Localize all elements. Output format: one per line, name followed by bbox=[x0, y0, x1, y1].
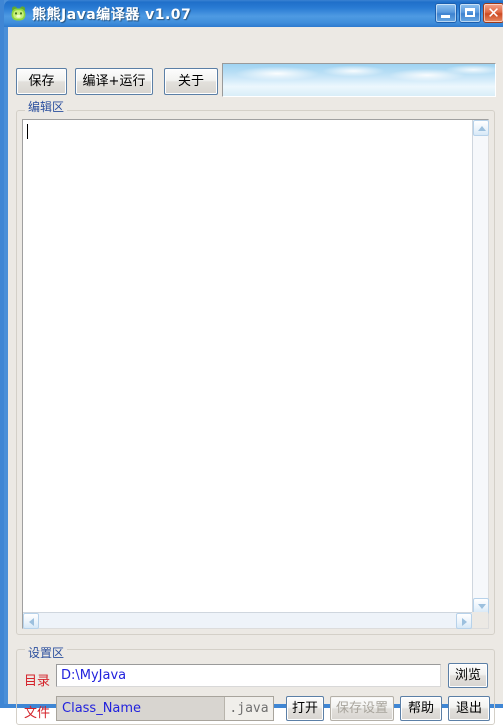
save-button-label: 保存 bbox=[28, 74, 55, 89]
close-button[interactable]: ✕ bbox=[483, 3, 503, 23]
editor-horizontal-scrollbar[interactable] bbox=[23, 612, 472, 629]
browse-button[interactable]: 浏览 bbox=[448, 663, 488, 688]
open-button-label: 打开 bbox=[291, 701, 318, 716]
compile-run-button[interactable]: 编译+运行 bbox=[75, 68, 153, 95]
directory-label: 目录 bbox=[24, 674, 51, 689]
scroll-left-icon bbox=[29, 618, 34, 626]
file-extension-label: .java bbox=[224, 697, 273, 720]
directory-input[interactable]: D:\MyJava bbox=[56, 664, 441, 687]
text-caret bbox=[27, 124, 28, 139]
editor-panel bbox=[22, 119, 489, 629]
save-settings-button: 保存设置 bbox=[330, 696, 394, 721]
file-input-group: Class_Name .java bbox=[56, 696, 274, 721]
help-button[interactable]: 帮助 bbox=[400, 696, 442, 721]
maximize-icon bbox=[465, 8, 475, 17]
maximize-button[interactable] bbox=[459, 3, 481, 23]
scroll-right-icon bbox=[462, 618, 467, 626]
scroll-down-icon bbox=[478, 604, 486, 609]
sky-clouds-banner bbox=[222, 63, 496, 97]
file-name-input[interactable]: Class_Name bbox=[57, 697, 224, 720]
settings-group-label: 设置区 bbox=[25, 644, 68, 661]
about-button[interactable]: 关于 bbox=[164, 68, 218, 95]
client-area: 保存 编译+运行 关于 编辑区 设置区 目录 D:\MyJava 浏览 文件 C… bbox=[8, 27, 503, 725]
help-button-label: 帮助 bbox=[407, 701, 434, 716]
window-title: 熊熊Java编译器 v1.07 bbox=[32, 7, 192, 23]
scroll-up-icon bbox=[478, 126, 486, 131]
minimize-button-bevel bbox=[436, 4, 456, 22]
save-button[interactable]: 保存 bbox=[16, 68, 67, 95]
exit-button-label: 退出 bbox=[455, 701, 482, 716]
code-editor-textarea[interactable] bbox=[23, 120, 473, 612]
editor-group-label: 编辑区 bbox=[25, 98, 68, 115]
save-settings-button-label: 保存设置 bbox=[335, 701, 388, 716]
open-button[interactable]: 打开 bbox=[286, 696, 324, 721]
scrollbar-corner bbox=[472, 612, 488, 628]
scroll-right-button[interactable] bbox=[456, 613, 472, 629]
scroll-left-button[interactable] bbox=[23, 613, 39, 629]
bear-app-icon bbox=[11, 6, 26, 21]
minimize-button[interactable] bbox=[435, 3, 457, 23]
close-icon: ✕ bbox=[487, 4, 500, 22]
file-label: 文件 bbox=[24, 706, 51, 721]
about-button-label: 关于 bbox=[177, 74, 204, 89]
editor-vertical-scrollbar[interactable] bbox=[472, 120, 489, 614]
browse-button-label: 浏览 bbox=[454, 668, 481, 683]
application-window: 熊熊Java编译器 v1.07 ✕ 保存 编译+运行 关于 编辑区 设置区 目录… bbox=[0, 0, 503, 725]
compile-run-button-label: 编译+运行 bbox=[82, 74, 146, 89]
minimize-icon bbox=[441, 15, 450, 18]
title-bar[interactable]: 熊熊Java编译器 v1.07 ✕ bbox=[4, 0, 503, 27]
scroll-up-button[interactable] bbox=[473, 120, 489, 136]
exit-button[interactable]: 退出 bbox=[448, 696, 490, 721]
